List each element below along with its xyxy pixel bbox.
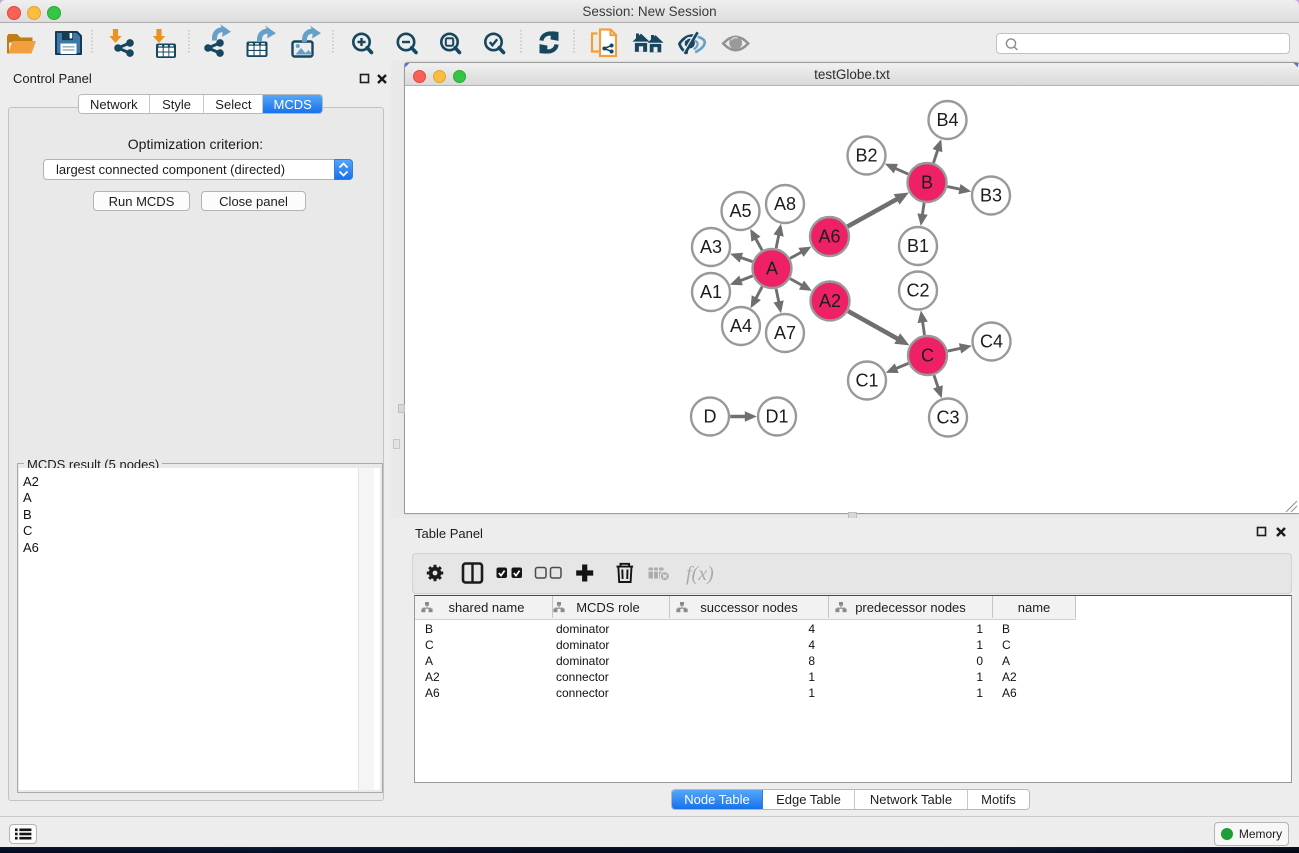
svg-text:A6: A6	[818, 227, 840, 247]
svg-text:f(x): f(x)	[686, 563, 714, 585]
svg-text:C: C	[921, 346, 934, 366]
svg-text:C2: C2	[906, 281, 929, 301]
svg-text:A: A	[766, 259, 778, 279]
svg-text:A1: A1	[700, 282, 722, 302]
svg-text:B2: B2	[855, 146, 877, 166]
svg-text:B: B	[921, 173, 933, 193]
svg-text:B4: B4	[936, 110, 958, 130]
svg-text:C1: C1	[855, 371, 878, 391]
svg-text:C4: C4	[980, 332, 1003, 352]
svg-text:D: D	[704, 407, 717, 427]
svg-text:A5: A5	[729, 201, 751, 221]
svg-text:A7: A7	[774, 323, 796, 343]
svg-text:A3: A3	[700, 237, 722, 257]
svg-text:A2: A2	[819, 291, 841, 311]
svg-text:A8: A8	[774, 194, 796, 214]
svg-text:B1: B1	[907, 236, 929, 256]
svg-text:C3: C3	[936, 408, 959, 428]
svg-text:D1: D1	[765, 407, 788, 427]
svg-text:B3: B3	[980, 186, 1002, 206]
svg-text:A4: A4	[730, 316, 752, 336]
